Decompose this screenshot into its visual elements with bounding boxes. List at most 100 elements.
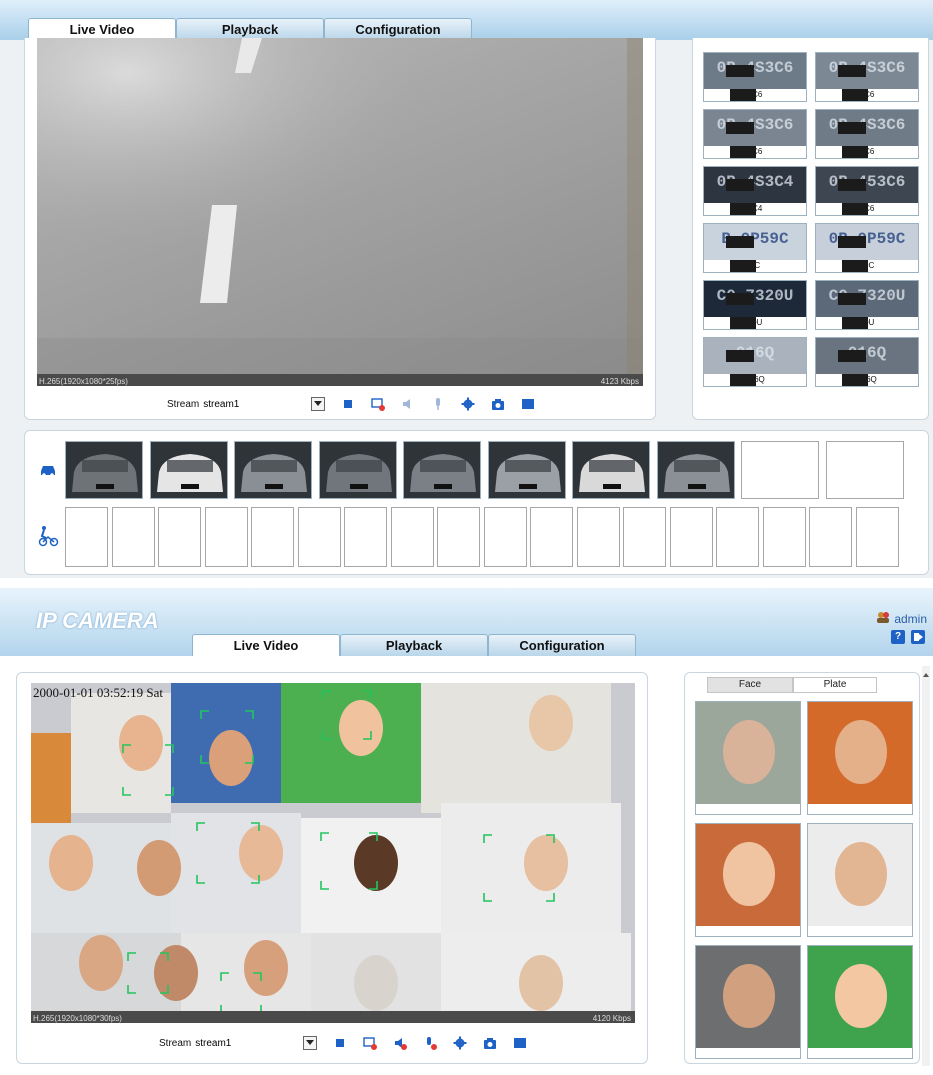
plate-thumbnail[interactable]: 0B 4S3C63C6 bbox=[703, 52, 807, 102]
audio-icon[interactable] bbox=[393, 1036, 408, 1050]
tab-face[interactable]: Face bbox=[707, 677, 793, 693]
plate-thumbnail[interactable]: B 0P59C9C bbox=[703, 223, 807, 273]
stream-select[interactable]: stream1 bbox=[193, 1035, 318, 1051]
chevron-up-icon bbox=[923, 673, 929, 677]
plate-image-text: 0B 4S3C4 bbox=[716, 173, 794, 191]
plate-thumbnail[interactable]: C0 7320U20U bbox=[815, 280, 919, 330]
scrollbar[interactable] bbox=[922, 666, 930, 1066]
plate-thumbnail[interactable]: 0B 0P59C59C bbox=[815, 223, 919, 273]
vehicle-thumbnail[interactable] bbox=[149, 441, 228, 499]
screen-face-capture: IP CAMERA admin ? Live Video Playback Co… bbox=[0, 588, 933, 1075]
privacy-mask bbox=[730, 317, 756, 329]
plate-image-text: C0 7320U bbox=[716, 287, 794, 305]
main-tabs: Live Video Playback Configuration bbox=[28, 18, 488, 40]
tab-configuration[interactable]: Configuration bbox=[324, 18, 472, 40]
plate-thumbnail[interactable]: 016Q016Q bbox=[703, 337, 807, 387]
plate-thumbnail[interactable]: 0B 453C63C6 bbox=[815, 166, 919, 216]
face-thumbnail[interactable] bbox=[695, 823, 801, 937]
face-thumbnail[interactable] bbox=[807, 823, 913, 937]
privacy-mask bbox=[730, 89, 756, 101]
video-toolbar: Stream stream1 bbox=[159, 1035, 527, 1051]
vehicle-thumbnail[interactable] bbox=[656, 441, 735, 499]
face bbox=[49, 835, 93, 891]
face-thumbnail[interactable] bbox=[807, 701, 913, 815]
privacy-mask bbox=[838, 122, 866, 134]
empty-capture-slot bbox=[344, 507, 387, 567]
face-thumbnail[interactable] bbox=[807, 945, 913, 1059]
empty-capture-slot bbox=[158, 507, 201, 567]
plate-image-text: 0B 4S3C6 bbox=[716, 116, 794, 134]
vehicle-thumbnail[interactable] bbox=[487, 441, 566, 499]
plate-thumbnail[interactable]: C0 7320U20U bbox=[703, 280, 807, 330]
stop-icon[interactable] bbox=[333, 1036, 347, 1050]
privacy-mask bbox=[838, 236, 866, 248]
microphone-icon[interactable] bbox=[423, 1036, 438, 1050]
tab-playback[interactable]: Playback bbox=[340, 634, 488, 656]
snapshot-icon[interactable] bbox=[483, 1036, 497, 1050]
tab-live-video[interactable]: Live Video bbox=[192, 634, 340, 656]
privacy-mask bbox=[838, 293, 866, 305]
empty-capture-slot bbox=[437, 507, 480, 567]
stop-icon[interactable] bbox=[341, 397, 355, 411]
plate-image-text: 0B 0P59C bbox=[828, 230, 906, 248]
empty-capture-slot bbox=[483, 507, 527, 567]
plate-thumbnail[interactable]: 0B 4S3C63C6 bbox=[815, 52, 919, 102]
settings-icon[interactable] bbox=[453, 1036, 467, 1050]
vehicle-thumbnail[interactable] bbox=[234, 441, 312, 499]
plate-image-text: 0B 4S3C6 bbox=[828, 116, 906, 134]
record-icon[interactable] bbox=[371, 397, 386, 411]
face bbox=[354, 955, 398, 1011]
capture-strip-panel bbox=[24, 430, 929, 575]
stream-select-value: stream1 bbox=[203, 398, 240, 410]
fullscreen-icon[interactable] bbox=[521, 397, 535, 411]
privacy-mask bbox=[842, 146, 868, 158]
audio-icon[interactable] bbox=[401, 397, 415, 411]
snapshot-icon[interactable] bbox=[491, 397, 505, 411]
vehicle-thumbnail[interactable] bbox=[65, 441, 143, 499]
main-tabs: Live Video Playback Configuration bbox=[192, 634, 636, 656]
vehicle-thumbnail[interactable] bbox=[572, 441, 650, 499]
video-feed[interactable]: H.265(1920x1080*25fps) 4123 Kbps bbox=[37, 38, 643, 386]
video-feed[interactable]: 2000-01-01 03:52:19 Sat H.265(1920x1080*… bbox=[31, 683, 635, 1023]
empty-capture-slot bbox=[390, 507, 434, 567]
privacy-mask bbox=[726, 350, 754, 362]
empty-capture-slot bbox=[111, 507, 155, 567]
tab-configuration[interactable]: Configuration bbox=[488, 634, 636, 656]
settings-icon[interactable] bbox=[461, 397, 475, 411]
empty-capture-slot bbox=[669, 507, 713, 567]
record-icon[interactable] bbox=[363, 1036, 378, 1050]
tab-plate[interactable]: Plate bbox=[793, 677, 877, 693]
plate-thumbnail[interactable]: 0B 4S3C63C6 bbox=[703, 109, 807, 159]
plate-thumbnail[interactable]: 016Q016Q bbox=[815, 337, 919, 387]
vehicle-thumbnail[interactable] bbox=[318, 441, 397, 499]
privacy-mask bbox=[726, 179, 754, 191]
privacy-mask bbox=[730, 203, 756, 215]
bitrate-info: 4120 Kbps bbox=[592, 1014, 631, 1023]
empty-capture-slot bbox=[855, 507, 899, 567]
face-thumbnail[interactable] bbox=[695, 945, 801, 1059]
help-icon[interactable]: ? bbox=[891, 630, 905, 644]
privacy-mask bbox=[838, 350, 866, 362]
user-menu[interactable]: admin bbox=[876, 610, 927, 628]
codec-info: H.265(1920x1080*30fps) bbox=[33, 1014, 122, 1023]
microphone-icon[interactable] bbox=[431, 397, 445, 411]
plate-thumbnail[interactable]: 0B 4S3C63C6 bbox=[815, 109, 919, 159]
tab-live-video[interactable]: Live Video bbox=[28, 18, 176, 40]
bitrate-info: 4123 Kbps bbox=[600, 377, 639, 386]
logout-icon[interactable] bbox=[911, 630, 925, 644]
fullscreen-icon[interactable] bbox=[513, 1036, 527, 1050]
empty-capture-slot bbox=[576, 507, 620, 567]
face-thumbnail[interactable] bbox=[695, 701, 801, 815]
video-toolbar: Stream stream1 bbox=[167, 396, 535, 412]
plate-image-text: 016Q bbox=[735, 344, 775, 362]
privacy-mask bbox=[838, 179, 866, 191]
chevron-down-icon bbox=[303, 1036, 318, 1050]
vehicle-thumbnail[interactable] bbox=[403, 441, 481, 499]
face bbox=[519, 955, 563, 1011]
stream-select[interactable]: stream1 bbox=[201, 396, 326, 412]
face bbox=[119, 715, 163, 771]
privacy-mask bbox=[842, 260, 868, 272]
plate-image-text: 0B 4S3C6 bbox=[828, 59, 906, 77]
tab-playback[interactable]: Playback bbox=[176, 18, 324, 40]
plate-thumbnail[interactable]: 0B 4S3C43C4 bbox=[703, 166, 807, 216]
